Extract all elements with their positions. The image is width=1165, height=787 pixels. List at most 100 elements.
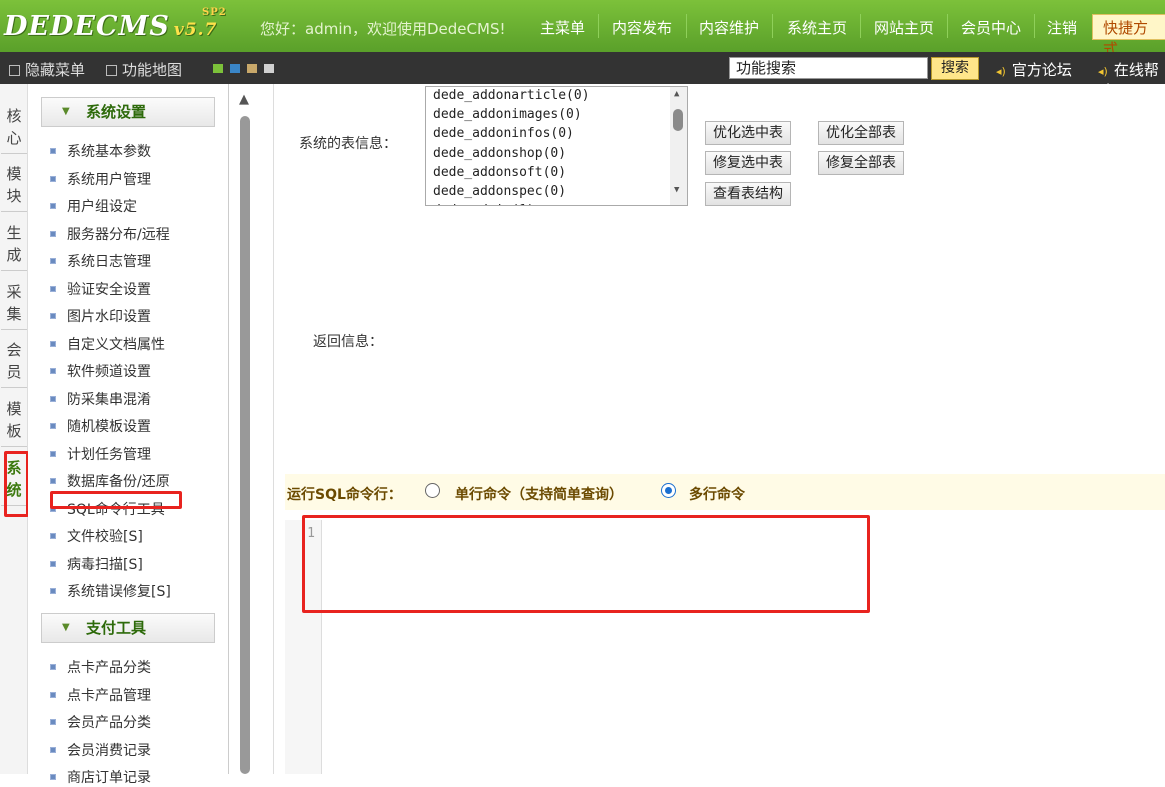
highlight-box — [302, 515, 870, 613]
nav-separator — [686, 14, 687, 38]
menu-item[interactable]: 软件频道设置 — [50, 361, 151, 381]
nav-logout[interactable]: 注销 — [1047, 17, 1077, 38]
listbox-scrollbar[interactable]: ▲ ▼ — [670, 87, 687, 205]
collapse-icon: ▼ — [62, 622, 70, 633]
menu-item[interactable]: 系统基本参数 — [50, 141, 151, 161]
single-line-label[interactable]: 单行命令（支持简单查询） — [455, 484, 623, 504]
skin-green-swatch[interactable] — [213, 64, 223, 73]
optimize-all-button[interactable]: 优化全部表 — [818, 121, 904, 145]
table-option[interactable]: dede_admin(1) — [433, 203, 535, 205]
table-listbox[interactable]: ▲ ▼ dede_addonarticle(0) dede_addonimages… — [425, 86, 688, 206]
nav-maintain[interactable]: 内容维护 — [699, 17, 759, 38]
multi-line-label[interactable]: 多行命令 — [689, 484, 745, 504]
menu-item[interactable]: 系统日志管理 — [50, 251, 151, 271]
menu-item[interactable]: 服务器分布/远程 — [50, 224, 170, 244]
hide-menu-button[interactable]: 隐藏菜单 — [9, 59, 85, 80]
menu-item[interactable]: 数据库备份/还原 — [50, 471, 170, 491]
table-option[interactable]: dede_addonshop(0) — [433, 146, 566, 161]
optimize-selected-button[interactable]: 优化选中表 — [705, 121, 791, 145]
menu-item[interactable]: 验证安全设置 — [50, 279, 151, 299]
bullet-icon — [50, 450, 56, 457]
table-option[interactable]: dede_addonspec(0) — [433, 184, 566, 199]
menu-section-system-settings[interactable]: ▼ 系统设置 — [41, 97, 215, 127]
side-menu: ▼ 系统设置 系统基本参数 系统用户管理 用户组设定 服务器分布/远程 系统日志管理 验证安… — [28, 84, 228, 786]
bullet-icon — [50, 664, 56, 670]
quick-shortcut-button[interactable]: 快捷方式 — [1092, 14, 1165, 58]
table-option[interactable]: dede_addonimages(0) — [433, 107, 582, 122]
nav-site-home[interactable]: 网站主页 — [874, 17, 934, 38]
tab-member-label: 会 员 — [6, 341, 22, 381]
section-title: 系统设置 — [86, 103, 147, 121]
signal-icon: ◂) — [1098, 65, 1108, 78]
table-option[interactable]: dede_addoninfos(0) — [433, 126, 574, 141]
menu-item[interactable]: 随机模板设置 — [50, 416, 151, 436]
menu-item-label: 自定义文档属性 — [67, 336, 165, 353]
menu-item-label: 点卡产品管理 — [67, 687, 151, 704]
nav-separator — [947, 14, 948, 38]
menu-item[interactable]: 防采集串混淆 — [50, 389, 151, 409]
repair-selected-button[interactable]: 修复选中表 — [705, 151, 791, 175]
tab-core[interactable]: 核 心 — [1, 100, 27, 154]
menu-item[interactable]: 会员产品分类 — [50, 712, 151, 732]
nav-publish[interactable]: 内容发布 — [612, 17, 672, 38]
function-search-input[interactable]: 功能搜索 — [729, 57, 928, 79]
scroll-up-icon[interactable]: ▲ — [239, 92, 249, 107]
menu-item[interactable]: 商店订单记录 — [50, 767, 151, 787]
menu-item[interactable]: 自定义文档属性 — [50, 334, 165, 354]
sitemap-button[interactable]: 功能地图 — [106, 59, 182, 80]
menu-item[interactable]: 系统用户管理 — [50, 169, 151, 189]
bullet-icon — [50, 368, 56, 374]
view-structure-button[interactable]: 查看表结构 — [705, 182, 791, 206]
highlight-box — [4, 451, 29, 517]
single-line-radio[interactable] — [425, 483, 440, 498]
menu-item[interactable]: 病毒扫描[S] — [50, 554, 143, 574]
nav-member-center[interactable]: 会员中心 — [961, 17, 1021, 38]
scroll-down-icon[interactable]: ▼ — [674, 185, 679, 195]
nav-system-home[interactable]: 系统主页 — [787, 17, 847, 38]
menu-item[interactable]: 系统错误修复[S] — [50, 581, 171, 601]
tab-collect[interactable]: 采 集 — [1, 276, 27, 330]
scroll-thumb[interactable] — [240, 116, 250, 774]
menu-item-label: 软件频道设置 — [67, 364, 151, 380]
scroll-up-icon[interactable]: ▲ — [674, 89, 679, 99]
module-tabs: 核 心 模 块 生 成 采 集 会 员 模 板 系 统 — [0, 84, 28, 774]
menu-item[interactable]: 文件校验[S] — [50, 526, 143, 546]
tab-template[interactable]: 模 板 — [1, 393, 27, 447]
menu-item[interactable]: 点卡产品分类 — [50, 657, 151, 677]
scroll-thumb[interactable] — [673, 109, 683, 131]
menu-item[interactable]: 点卡产品管理 — [50, 685, 151, 705]
menu-scrollbar[interactable]: ▲ — [228, 84, 274, 774]
tab-member[interactable]: 会 员 — [1, 334, 27, 388]
bullet-icon — [50, 203, 56, 209]
tab-template-label: 模 板 — [6, 400, 22, 440]
menu-item[interactable]: 计划任务管理 — [50, 444, 151, 464]
repair-all-button[interactable]: 修复全部表 — [818, 151, 904, 175]
menu-item-label: 系统基本参数 — [67, 144, 151, 160]
menu-item[interactable]: 图片水印设置 — [50, 306, 151, 326]
search-button[interactable]: 搜索 — [931, 57, 979, 80]
skin-blue-swatch[interactable] — [230, 64, 240, 73]
sitemap-label: 功能地图 — [122, 61, 183, 79]
multi-line-radio[interactable] — [661, 483, 676, 498]
skin-gray-swatch[interactable] — [264, 64, 274, 73]
table-option[interactable]: dede_addonarticle(0) — [433, 88, 590, 103]
bullet-icon — [50, 691, 56, 698]
panel-icon — [9, 65, 20, 76]
menu-item-label: 验证安全设置 — [67, 281, 151, 298]
menu-item-label: 病毒扫描[S] — [67, 556, 143, 573]
nav-separator — [598, 14, 599, 38]
bullet-icon — [50, 258, 56, 264]
nav-main-menu[interactable]: 主菜单 — [540, 17, 585, 38]
tab-generate[interactable]: 生 成 — [1, 217, 27, 271]
menu-section-payment-tools[interactable]: ▼ 支付工具 — [41, 613, 215, 643]
menu-item-label: 防采集串混淆 — [67, 391, 151, 408]
skin-tan-swatch[interactable] — [247, 64, 257, 73]
bullet-icon — [50, 588, 56, 594]
menu-item[interactable]: 会员消费记录 — [50, 740, 151, 760]
menu-item[interactable]: 用户组设定 — [50, 196, 137, 216]
tab-modules[interactable]: 模 块 — [1, 158, 27, 212]
table-option[interactable]: dede_addonsoft(0) — [433, 165, 566, 180]
bullet-icon — [50, 395, 56, 402]
menu-item-label: 商店订单记录 — [67, 770, 151, 786]
official-forum-link[interactable]: ◂) 官方论坛 — [996, 59, 1072, 80]
